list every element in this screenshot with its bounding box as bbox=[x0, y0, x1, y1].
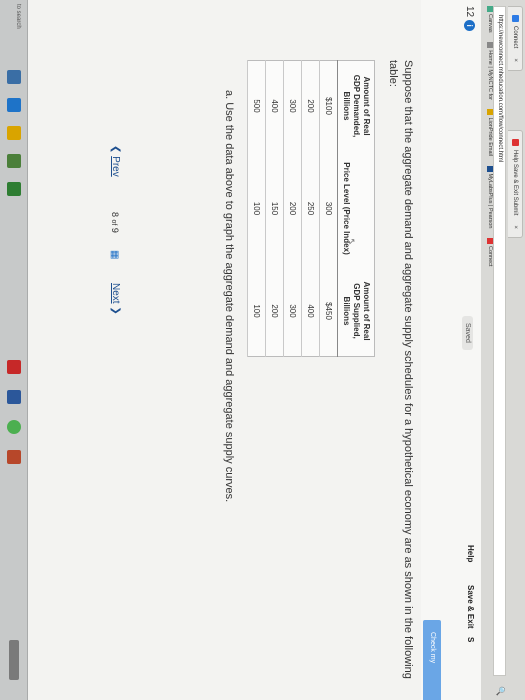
table-row: 300 200 300 bbox=[283, 60, 302, 357]
tab-label: Help Save & Exit Submit bbox=[512, 150, 518, 216]
tab-help[interactable]: Help Save & Exit Submit × bbox=[508, 130, 523, 238]
table-cell: 300 bbox=[283, 60, 302, 151]
pagination: ❮ Prev 8 of 9 ▦ Next ❯ bbox=[95, 0, 125, 700]
column-header: Amount of Real GDP Demanded, Billions bbox=[337, 60, 375, 151]
table-cell: $450 bbox=[319, 266, 338, 357]
bookmark[interactable]: MyLabsPlus | Pearson bbox=[487, 165, 493, 228]
bookmarks-bar: Canvas Home | MyNCTC for LionPride Email… bbox=[487, 6, 493, 274]
chrome-icon[interactable] bbox=[7, 420, 21, 434]
bookmark[interactable]: Canvas bbox=[487, 6, 493, 33]
table-row: 400 150 200 bbox=[265, 60, 284, 357]
save-exit-button[interactable]: Save & Exit bbox=[466, 585, 475, 629]
submit-button[interactable]: S bbox=[466, 637, 475, 642]
question-number: 12i bbox=[464, 6, 475, 32]
column-header: Amount of Real GDP Supplied, Billions bbox=[337, 266, 375, 357]
table-cell: 300 bbox=[319, 151, 338, 266]
chevron-right-icon: ❯ bbox=[110, 303, 121, 315]
bookmark[interactable]: LionPride Email bbox=[487, 109, 493, 156]
mouse-cursor-icon: ↖ bbox=[347, 238, 357, 246]
table-cell: $100 bbox=[319, 60, 338, 151]
table-cell: 250 bbox=[301, 151, 320, 266]
table-row: 500 100 100 bbox=[247, 60, 266, 357]
app-header: 12i Saved Help Save & Exit S Check my bbox=[421, 0, 481, 700]
tab-label: Connect bbox=[512, 26, 518, 49]
next-button[interactable]: Next ❯ bbox=[110, 283, 121, 315]
edge-icon[interactable] bbox=[7, 98, 21, 112]
connect-icon bbox=[512, 15, 520, 22]
app-icon[interactable] bbox=[7, 360, 21, 374]
bookmark-icon bbox=[487, 165, 493, 172]
tab-connect[interactable]: Connect × bbox=[508, 6, 523, 71]
table-cell: 150 bbox=[265, 151, 284, 266]
table-cell: 100 bbox=[247, 266, 266, 357]
info-icon[interactable]: i bbox=[464, 20, 475, 32]
close-tab-icon[interactable]: × bbox=[512, 225, 518, 229]
folder-icon[interactable] bbox=[7, 126, 21, 140]
table-cell: 200 bbox=[301, 60, 320, 151]
bookmark-icon bbox=[487, 42, 493, 49]
check-my-work-button[interactable]: Check my bbox=[423, 620, 441, 700]
store-icon[interactable] bbox=[7, 154, 21, 168]
sub-question-a: a. Use the data above to graph the aggre… bbox=[223, 90, 235, 503]
system-tray-icon[interactable] bbox=[9, 640, 19, 680]
bookmark[interactable]: Connect bbox=[487, 237, 493, 266]
bookmark-icon bbox=[487, 237, 493, 244]
task-view-icon[interactable] bbox=[7, 70, 21, 84]
address-bar[interactable]: https://newconnect.mheducation.com/flow/… bbox=[493, 6, 506, 676]
saved-indicator: Saved bbox=[462, 316, 473, 350]
page-indicator: 8 of 9 bbox=[110, 212, 120, 233]
chevron-left-icon: ❮ bbox=[110, 145, 121, 157]
excel-icon[interactable] bbox=[7, 182, 21, 196]
taskbar-search[interactable]: to search bbox=[15, 4, 21, 29]
close-tab-icon[interactable]: × bbox=[512, 58, 518, 62]
table-cell: 500 bbox=[247, 60, 266, 151]
browser-chrome: Connect × Help Save & Exit Submit × https:… bbox=[480, 0, 525, 700]
prev-label: Prev bbox=[110, 156, 121, 177]
table-cell: 100 bbox=[247, 151, 266, 266]
search-icon[interactable]: 🔍 bbox=[496, 686, 505, 696]
bookmark-icon bbox=[487, 109, 493, 116]
bookmark-icon bbox=[487, 6, 493, 12]
prev-button[interactable]: ❮ Prev bbox=[110, 145, 121, 177]
grid-icon[interactable]: ▦ bbox=[109, 250, 120, 259]
question-text: Suppose that the aggregate demand and ag… bbox=[387, 60, 414, 679]
table-row: $100 300 $450 bbox=[319, 60, 338, 357]
table-cell: 200 bbox=[265, 266, 284, 357]
table-header-row: Amount of Real GDP Demanded, Billions Pr… bbox=[337, 60, 375, 357]
column-header: Price Level (Price Index) bbox=[337, 151, 375, 266]
table-cell: 300 bbox=[283, 266, 302, 357]
next-label: Next bbox=[110, 283, 121, 304]
table-cell: 400 bbox=[265, 60, 284, 151]
help-button[interactable]: Help bbox=[466, 545, 475, 562]
powerpoint-icon[interactable] bbox=[7, 450, 21, 464]
taskbar: to search bbox=[0, 0, 28, 700]
bookmark[interactable]: Home | MyNCTC for bbox=[487, 42, 493, 100]
table-row: 200 250 400 bbox=[301, 60, 320, 357]
schedule-table: Amount of Real GDP Demanded, Billions Pr… bbox=[247, 60, 375, 357]
connect-icon bbox=[512, 139, 520, 146]
table-cell: 400 bbox=[301, 266, 320, 357]
screen: Connect × Help Save & Exit Submit × https:… bbox=[0, 0, 525, 700]
word-icon[interactable] bbox=[7, 390, 21, 404]
table-cell: 200 bbox=[283, 151, 302, 266]
